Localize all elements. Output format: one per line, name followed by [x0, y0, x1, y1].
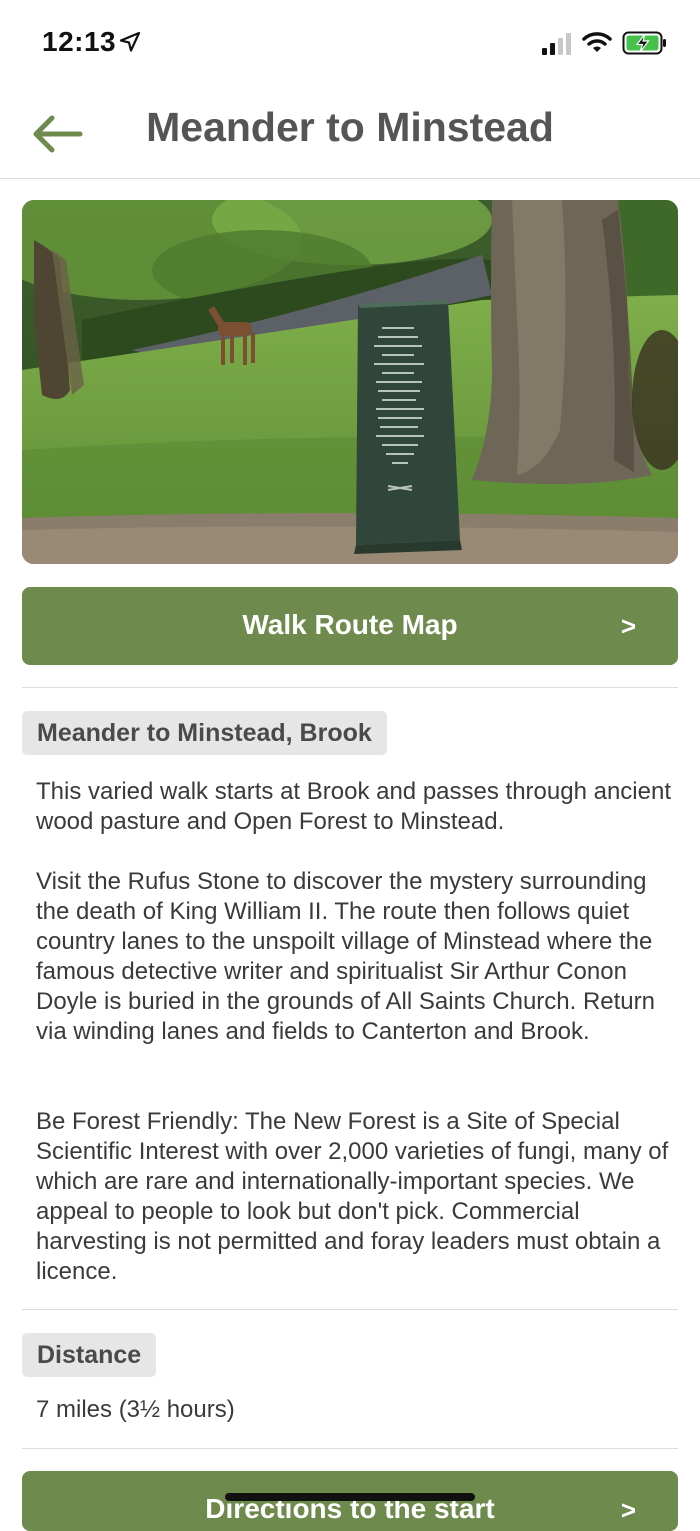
directions-to-start-button[interactable]: Directions to the start >: [22, 1471, 678, 1531]
home-indicator[interactable]: [225, 1493, 475, 1501]
battery-charging-icon: [622, 31, 666, 55]
wifi-icon: [582, 32, 612, 52]
divider: [22, 1448, 678, 1449]
walk-hero-image: [22, 200, 678, 564]
walk-route-map-button[interactable]: Walk Route Map >: [22, 587, 678, 665]
description-paragraph-2: Visit the Rufus Stone to discover the my…: [36, 868, 655, 1045]
divider: [22, 1309, 678, 1310]
status-bar: 12:13: [0, 0, 700, 90]
description-paragraph-1: This varied walk starts at Brook and pas…: [36, 778, 671, 835]
chevron-right-icon: >: [620, 611, 636, 641]
distance-value: 7 miles (3½ hours): [36, 1396, 235, 1423]
rufus-stone-monument: [354, 300, 462, 554]
section-heading-walk-name: Meander to Minstead, Brook: [22, 711, 387, 755]
cellular-signal-icon: [542, 33, 571, 55]
rufus-stone-photo: [22, 200, 678, 564]
status-time: 12:13: [42, 26, 117, 57]
walk-route-map-label: Walk Route Map: [242, 609, 458, 640]
divider: [22, 687, 678, 688]
chevron-right-icon: >: [620, 1495, 636, 1525]
location-arrow-icon: [119, 31, 141, 52]
section-heading-distance: Distance: [22, 1333, 157, 1377]
description-paragraph-3: Be Forest Friendly: The New Forest is a …: [36, 1108, 669, 1285]
nav-header: Meander to Minstead: [0, 90, 700, 179]
page-title: Meander to Minstead: [146, 104, 554, 150]
